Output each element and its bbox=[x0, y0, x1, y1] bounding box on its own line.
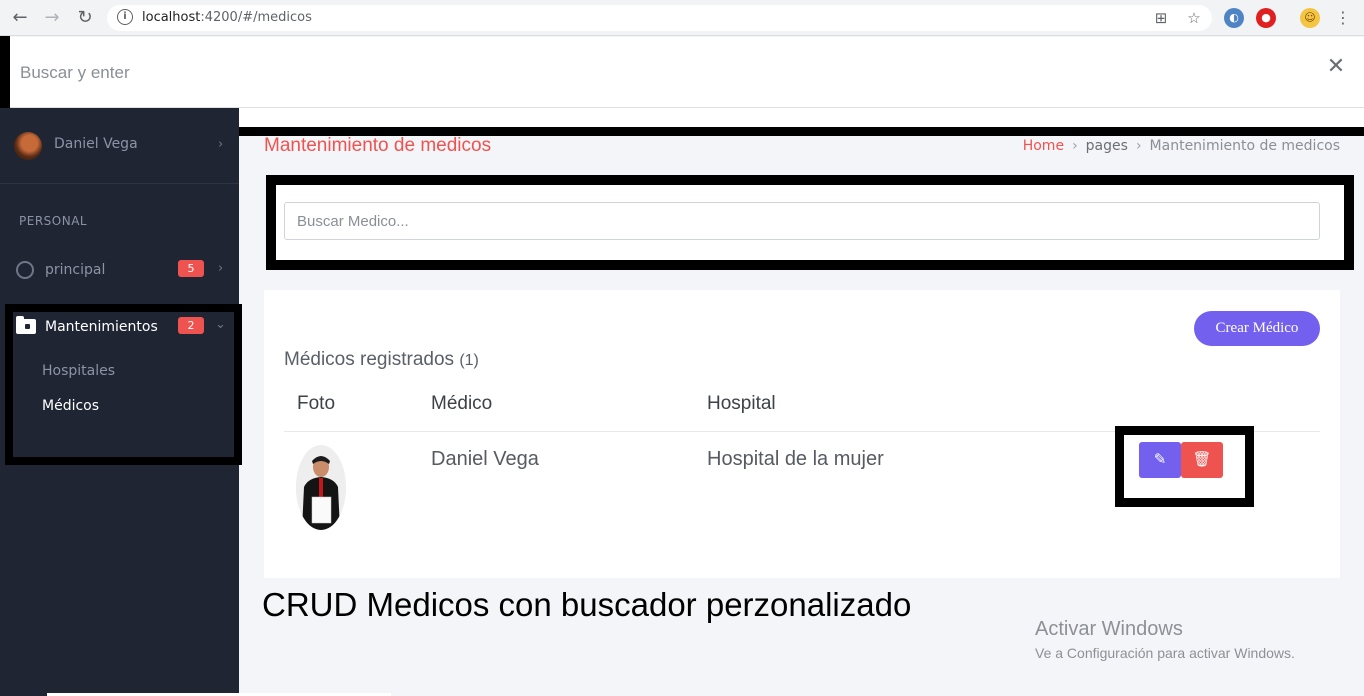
sidebar-item-mantenimientos[interactable]: Mantenimientos 2 ⌄ bbox=[16, 316, 231, 338]
header-strip bbox=[239, 108, 1364, 136]
search-card bbox=[266, 175, 1354, 270]
column-header-hospital: Hospital bbox=[707, 393, 776, 414]
search-medico-input[interactable] bbox=[284, 202, 1320, 240]
top-search-input[interactable] bbox=[20, 57, 1300, 89]
video-caption: CRUD Medicos con buscador perzonalizado bbox=[262, 586, 912, 623]
breadcrumb: Home › pages › Mantenimiento de medicos bbox=[1023, 138, 1340, 154]
page-title: Mantenimiento de medicos bbox=[264, 135, 492, 156]
watermark-subtitle: Ve a Configuración para activar Windows. bbox=[1035, 645, 1295, 661]
watermark-title: Activar Windows bbox=[1035, 618, 1183, 640]
breadcrumb-home[interactable]: Home bbox=[1023, 138, 1064, 154]
trash-icon: 🗑 bbox=[1192, 451, 1212, 468]
breadcrumb-separator-icon: › bbox=[1135, 138, 1142, 154]
card-title: Médicos registrados (1) bbox=[284, 349, 479, 371]
sidebar-subitem-hospitales[interactable]: Hospitales bbox=[42, 363, 115, 379]
top-search-bar: ✕ bbox=[10, 37, 1364, 108]
sidebar-user[interactable]: Daniel Vega › bbox=[14, 132, 234, 160]
more-menu-icon[interactable]: ⋮ bbox=[1333, 8, 1353, 28]
column-header-foto: Foto bbox=[297, 393, 336, 414]
gauge-icon bbox=[16, 261, 34, 279]
url-host: localhost bbox=[142, 10, 201, 25]
chevron-right-icon: › bbox=[218, 137, 224, 152]
doctor-photo bbox=[296, 445, 346, 530]
doctor-photo-image bbox=[296, 445, 346, 530]
sidebar-divider bbox=[0, 183, 239, 184]
sidebar-item-principal[interactable]: principal 5 › bbox=[16, 259, 231, 281]
translate-icon[interactable]: ⊞ bbox=[1151, 8, 1171, 28]
sidebar: Daniel Vega › PERSONAL principal 5 › Man… bbox=[0, 108, 242, 696]
highlight-bar bbox=[0, 36, 10, 108]
extension-face-icon[interactable]: ☺ bbox=[1300, 8, 1320, 28]
back-icon[interactable]: ← bbox=[8, 6, 32, 30]
card-title-text: Médicos registrados bbox=[284, 349, 455, 370]
sidebar-subitem-medicos[interactable]: Médicos bbox=[42, 398, 99, 414]
medicos-card: Crear Médico Médicos registrados (1) Fot… bbox=[264, 290, 1340, 578]
user-name: Daniel Vega bbox=[54, 136, 138, 152]
badge-count: 2 bbox=[178, 317, 204, 334]
url-text: localhost:4200/#/medicos bbox=[142, 10, 312, 25]
folder-lock-icon bbox=[16, 316, 36, 334]
sidebar-section-title: PERSONAL bbox=[19, 214, 88, 228]
breadcrumb-current: Mantenimiento de medicos bbox=[1149, 138, 1340, 154]
delete-button[interactable]: 🗑 bbox=[1181, 442, 1223, 478]
forward-icon[interactable]: → bbox=[40, 6, 64, 30]
extension-red-icon[interactable]: ● bbox=[1256, 8, 1276, 28]
edit-icon: ✎ bbox=[1153, 451, 1167, 468]
reload-icon[interactable]: ↻ bbox=[73, 6, 97, 30]
create-medico-button[interactable]: Crear Médico bbox=[1194, 311, 1320, 346]
cell-medico: Daniel Vega bbox=[431, 448, 539, 470]
star-icon[interactable]: ☆ bbox=[1184, 8, 1204, 28]
info-icon[interactable]: i bbox=[117, 9, 133, 25]
chevron-right-icon: › bbox=[218, 261, 224, 276]
edit-button[interactable]: ✎ bbox=[1139, 442, 1181, 478]
breadcrumb-pages[interactable]: pages bbox=[1086, 138, 1128, 154]
breadcrumb-separator-icon: › bbox=[1072, 138, 1078, 154]
badge-count: 5 bbox=[178, 260, 204, 277]
sidebar-item-label: principal bbox=[45, 262, 106, 278]
close-icon[interactable]: ✕ bbox=[1326, 56, 1346, 78]
url-path: :4200/#/medicos bbox=[200, 10, 312, 25]
chevron-down-icon: ⌄ bbox=[215, 317, 226, 332]
browser-toolbar: ← → ↻ i localhost:4200/#/medicos ⊞ ☆ ◐ ●… bbox=[0, 0, 1364, 36]
row-actions: ✎ 🗑 bbox=[1115, 426, 1254, 507]
card-title-count: (1) bbox=[459, 352, 479, 369]
sidebar-item-label: Mantenimientos bbox=[45, 319, 158, 335]
cell-hospital: Hospital de la mujer bbox=[707, 448, 884, 470]
column-header-medico: Médico bbox=[431, 393, 493, 414]
avatar bbox=[14, 132, 42, 160]
extension-blue-icon[interactable]: ◐ bbox=[1224, 8, 1244, 28]
windows-activation-watermark: Activar Windows Ve a Configuración para … bbox=[1035, 618, 1295, 661]
address-bar[interactable]: i localhost:4200/#/medicos bbox=[107, 5, 1212, 31]
